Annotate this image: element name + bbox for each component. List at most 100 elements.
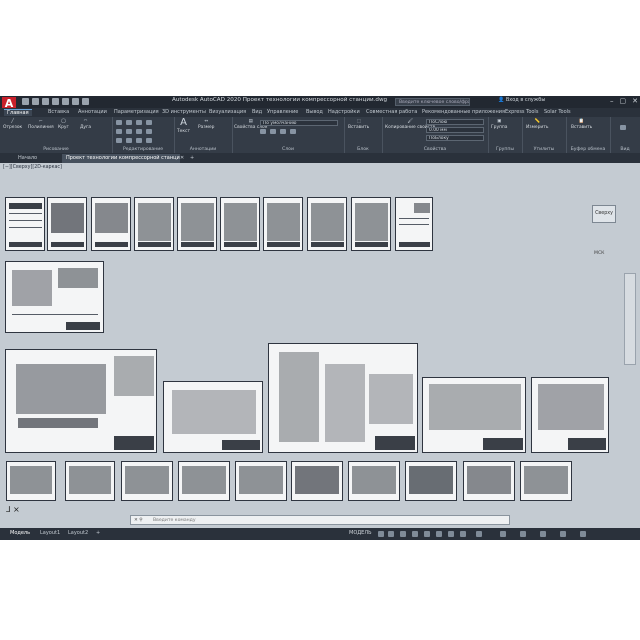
tab-solar-tools[interactable]: Solar Tools [544, 109, 571, 115]
tab-view[interactable]: Вид [252, 109, 262, 115]
arc-tool[interactable]: ◠ Дуга [80, 119, 91, 130]
drawing-sheet-thumbnail[interactable] [65, 461, 115, 501]
minimize-icon[interactable]: – [610, 97, 614, 105]
transparency-icon[interactable] [460, 531, 466, 537]
tab-featured-apps[interactable]: Рекомендованные приложения [422, 109, 505, 115]
tab-model[interactable]: Модель [10, 530, 30, 536]
tab-home[interactable]: Главная [4, 109, 32, 116]
drawing-sheet-thumbnail[interactable] [5, 349, 157, 453]
new-icon[interactable] [22, 98, 29, 105]
customize-icon[interactable] [580, 531, 586, 537]
color-dropdown[interactable]: ПоСлою [426, 119, 484, 125]
linetype-dropdown[interactable]: ПоБлоку [426, 135, 484, 141]
drawing-sheet-thumbnail[interactable] [6, 461, 56, 501]
drawing-sheet-thumbnail[interactable] [91, 197, 131, 251]
drawing-sheet-thumbnail[interactable] [307, 197, 347, 251]
drawing-sheet-thumbnail[interactable] [177, 197, 217, 251]
tab-insert[interactable]: Вставка [48, 109, 69, 115]
tab-parametric[interactable]: Параметризация [114, 109, 159, 115]
annotation-scale-icon[interactable] [476, 531, 482, 537]
polar-icon[interactable] [412, 531, 418, 537]
command-line[interactable]: ✕ ⚲ Введите команду [130, 515, 510, 525]
circle-tool[interactable]: ◯ Круг [58, 119, 69, 130]
new-tab-icon[interactable]: + [186, 154, 198, 163]
drawing-sheet-thumbnail[interactable] [422, 377, 526, 453]
paste-tool[interactable]: 📋 Вставить [571, 119, 592, 130]
drawing-sheet-thumbnail[interactable] [268, 343, 418, 453]
grid-icon[interactable] [378, 531, 384, 537]
view-group-label[interactable]: Вид [610, 147, 640, 152]
clean-screen-icon[interactable] [560, 531, 566, 537]
tab-collaborate[interactable]: Совместная работа [366, 109, 417, 115]
properties-group-label[interactable]: Свойства [382, 147, 488, 152]
signin-button[interactable]: 👤 Вход в службы [498, 97, 545, 103]
search-input[interactable]: Введите ключевое слово/фразу [395, 98, 470, 106]
isolate-icon[interactable] [520, 531, 526, 537]
otrack-icon[interactable] [436, 531, 442, 537]
viewcube[interactable]: Сверху [592, 205, 616, 223]
drawing-sheet-thumbnail[interactable] [463, 461, 515, 501]
drawing-sheet-thumbnail[interactable] [348, 461, 400, 501]
lineweight-icon[interactable] [448, 531, 454, 537]
tab-layout2[interactable]: Layout2 [68, 530, 88, 536]
explode-icon[interactable] [146, 129, 152, 134]
hardware-accel-icon[interactable] [540, 531, 546, 537]
viewport-controls-label[interactable]: [−][Сверху][2D-каркас] [3, 165, 62, 170]
wcs-label[interactable]: МСК [594, 251, 604, 256]
drawing-sheet-thumbnail[interactable] [520, 461, 572, 501]
drawing-canvas[interactable]: [−][Сверху][2D-каркас] Сверху МСК ⅃ × [0, 163, 640, 528]
close-icon[interactable]: ✕ [632, 97, 638, 105]
copy-icon[interactable] [116, 129, 122, 134]
rotate-icon[interactable] [126, 120, 132, 125]
layer-off-icon[interactable] [280, 129, 286, 134]
workspace-icon[interactable] [500, 531, 506, 537]
drawing-sheet-thumbnail[interactable] [405, 461, 457, 501]
trim-icon[interactable] [136, 120, 142, 125]
mirror-icon[interactable] [126, 129, 132, 134]
print-icon[interactable] [62, 98, 69, 105]
move-icon[interactable] [116, 120, 122, 125]
drawing-sheet-thumbnail[interactable] [47, 197, 87, 251]
model-space-toggle[interactable]: МОДЕЛЬ [349, 530, 372, 536]
insert-block-tool[interactable]: ⬚ Вставить [348, 119, 369, 130]
tab-output[interactable]: Вывод [306, 109, 323, 115]
annotation-group-label[interactable]: Аннотации [174, 147, 232, 152]
tab-start[interactable]: Начало [14, 154, 41, 163]
lineweight-dropdown[interactable]: 0.00 мм [426, 127, 484, 133]
drawing-sheet-thumbnail[interactable] [178, 461, 230, 501]
drawing-sheet-thumbnail[interactable] [395, 197, 433, 251]
drawing-sheet-thumbnail[interactable] [235, 461, 287, 501]
layer-dropdown[interactable]: По умолчанию [260, 120, 338, 126]
modify-group-label[interactable]: Редактирование [112, 147, 174, 152]
group-tool[interactable]: ▣ Группа [491, 119, 508, 130]
open-icon[interactable] [32, 98, 39, 105]
tab-addins[interactable]: Надстройки [328, 109, 360, 115]
navigation-bar[interactable] [624, 273, 636, 365]
groups-group-label[interactable]: Группы [488, 147, 522, 152]
drawing-sheet-thumbnail[interactable] [351, 197, 391, 251]
save-as-icon[interactable] [52, 98, 59, 105]
snap-icon[interactable] [388, 531, 394, 537]
undo-icon[interactable] [72, 98, 79, 105]
osnap-icon[interactable] [424, 531, 430, 537]
drawing-sheet-thumbnail[interactable] [121, 461, 173, 501]
drawing-sheet-thumbnail[interactable] [263, 197, 303, 251]
tab-layout1[interactable]: Layout1 [40, 530, 60, 536]
save-icon[interactable] [42, 98, 49, 105]
layer-lock-icon[interactable] [270, 129, 276, 134]
drawing-sheet-thumbnail[interactable] [291, 461, 343, 501]
tab-active-drawing[interactable]: Проект технологии компрессорной станции [62, 154, 180, 163]
drawing-sheet-thumbnail[interactable] [163, 381, 263, 453]
drawing-sheet-thumbnail[interactable] [531, 377, 609, 453]
polyline-tool[interactable]: ⌐ Полилиния [28, 119, 54, 130]
dimension-tool[interactable]: ↔ Размер [198, 119, 214, 130]
layers-group-label[interactable]: Слои [232, 147, 344, 152]
drawing-sheet-thumbnail[interactable] [220, 197, 260, 251]
line-tool[interactable]: ╱ Отрезок [3, 119, 22, 130]
measure-tool[interactable]: 📏 Измерить [526, 119, 548, 130]
redo-icon[interactable] [82, 98, 89, 105]
add-layout-icon[interactable]: + [96, 530, 100, 536]
ortho-icon[interactable] [400, 531, 406, 537]
offset-icon[interactable] [146, 138, 152, 143]
stretch-icon[interactable] [116, 138, 122, 143]
